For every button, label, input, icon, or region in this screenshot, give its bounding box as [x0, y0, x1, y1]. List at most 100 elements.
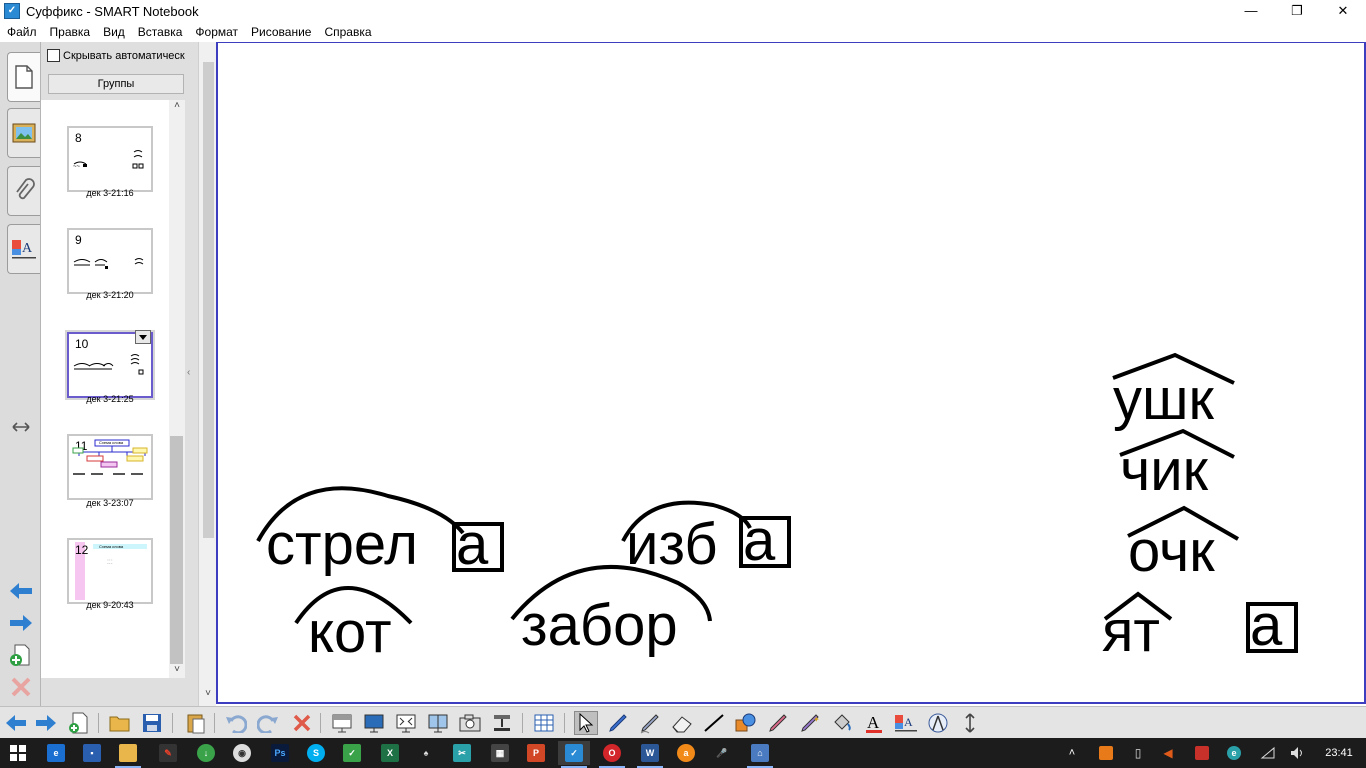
- attachments-tab[interactable]: [7, 166, 40, 216]
- taskbar-calculator[interactable]: ▦: [484, 741, 516, 765]
- taskbar-downloader[interactable]: ↓: [190, 741, 222, 765]
- move-toolbar-tool[interactable]: [958, 711, 982, 735]
- autohide-checkbox[interactable]: Скрывать автоматическ: [47, 49, 185, 62]
- taskbar-media[interactable]: ✎: [152, 741, 184, 765]
- checkbox[interactable]: [47, 49, 60, 62]
- document-camera-tool[interactable]: [490, 711, 514, 735]
- properties-tab[interactable]: A: [7, 224, 40, 274]
- paste-tool[interactable]: [184, 711, 208, 735]
- canvas-scrollbar[interactable]: ˅: [198, 42, 216, 706]
- menu-file[interactable]: Файл: [0, 22, 43, 42]
- line-tool[interactable]: [702, 711, 726, 735]
- next-page-button[interactable]: [8, 612, 34, 634]
- word-strela[interactable]: стрел: [266, 512, 418, 577]
- menu-edit[interactable]: Правка: [43, 22, 97, 42]
- tray-usb[interactable]: ▯: [1126, 741, 1150, 765]
- page-sorter-tab[interactable]: [7, 52, 40, 102]
- full-screen-tool[interactable]: [394, 711, 418, 735]
- previous-page-tool[interactable]: [4, 711, 28, 735]
- taskbar-greenshot[interactable]: ✓: [336, 741, 368, 765]
- tray-antivirus[interactable]: [1190, 741, 1214, 765]
- taskbar-skype[interactable]: S: [300, 741, 332, 765]
- word-ushk[interactable]: ушк: [1113, 367, 1215, 432]
- shape-recognition-pen-tool[interactable]: [766, 711, 790, 735]
- word-strela-ending[interactable]: а: [456, 512, 489, 577]
- tray-smart[interactable]: [1094, 741, 1118, 765]
- taskbar-avast[interactable]: a: [670, 741, 702, 765]
- menu-draw[interactable]: Рисование: [244, 22, 317, 42]
- delete-page-button[interactable]: [8, 676, 34, 698]
- tray-wifi[interactable]: [1256, 741, 1280, 765]
- whiteboard-canvas[interactable]: стрел а изб а кот забор ушк чик очк ят а: [216, 42, 1366, 704]
- menu-insert[interactable]: Вставка: [131, 22, 189, 42]
- next-page-tool[interactable]: [34, 711, 58, 735]
- previous-page-button[interactable]: [8, 580, 34, 602]
- collapse-panel-icon[interactable]: ‹: [187, 367, 190, 378]
- word-izba[interactable]: изб: [626, 512, 718, 577]
- word-ending-a[interactable]: а: [1250, 593, 1283, 658]
- taskbar-powerpoint[interactable]: P: [520, 741, 552, 765]
- dual-page-tool[interactable]: [426, 711, 450, 735]
- taskbar-microphone[interactable]: 🎤: [706, 741, 738, 765]
- pen-tool[interactable]: [606, 711, 630, 735]
- open-file-tool[interactable]: [108, 711, 132, 735]
- minimize-button[interactable]: —: [1228, 0, 1274, 22]
- page-menu-dropdown[interactable]: [135, 330, 151, 344]
- word-zabor[interactable]: забор: [521, 593, 678, 658]
- canvas-scroll-thumb[interactable]: [203, 62, 214, 538]
- tray-ie[interactable]: e: [1222, 741, 1246, 765]
- taskbar-inkscape[interactable]: ♠: [410, 741, 442, 765]
- gallery-tab[interactable]: [7, 108, 40, 158]
- delete-tool[interactable]: [290, 711, 314, 735]
- taskbar-game[interactable]: ◉: [226, 741, 258, 765]
- scroll-up-icon[interactable]: ˄: [171, 100, 183, 111]
- eraser-tool[interactable]: [670, 711, 694, 735]
- taskbar-excel[interactable]: X: [374, 741, 406, 765]
- add-page-tool[interactable]: [66, 711, 90, 735]
- shapes-tool[interactable]: [734, 711, 758, 735]
- taskbar-photoshop[interactable]: Ps: [264, 741, 296, 765]
- undo-tool[interactable]: [224, 711, 248, 735]
- close-button[interactable]: ✕: [1320, 0, 1366, 22]
- move-panel-button[interactable]: [8, 416, 34, 438]
- scroll-down-icon[interactable]: ˅: [171, 664, 183, 675]
- taskbar-word[interactable]: W: [634, 741, 666, 768]
- taskbar-updater[interactable]: ⌂: [744, 741, 776, 768]
- word-chik[interactable]: чик: [1120, 438, 1209, 503]
- scroll-thumb[interactable]: [170, 436, 183, 664]
- redo-tool[interactable]: [256, 711, 280, 735]
- screen-capture-tool[interactable]: [458, 711, 482, 735]
- fill-tool[interactable]: [830, 711, 854, 735]
- page-thumbnail-12[interactable]: ⁚⁚⁚ 12 Схема слова: [67, 538, 153, 604]
- magic-pen-tool[interactable]: ✦: [798, 711, 822, 735]
- measurement-tools[interactable]: [926, 711, 950, 735]
- taskbar-snip[interactable]: ✂: [446, 741, 478, 765]
- taskbar-edge[interactable]: e: [40, 741, 72, 765]
- start-button[interactable]: [2, 741, 34, 765]
- add-page-button[interactable]: [8, 644, 34, 666]
- insert-table-tool[interactable]: [532, 711, 556, 735]
- tray-volume[interactable]: [1286, 741, 1310, 765]
- text-tool[interactable]: A: [862, 711, 886, 735]
- screen-shade-tool[interactable]: [330, 711, 354, 735]
- properties-tool[interactable]: A: [894, 711, 918, 735]
- select-tool[interactable]: [574, 711, 598, 735]
- page-thumbnail-8[interactable]: 8 ~~: [67, 126, 153, 192]
- menu-view[interactable]: Вид: [96, 22, 131, 42]
- maximize-button[interactable]: ❐: [1274, 0, 1320, 22]
- taskbar-file-explorer[interactable]: [112, 741, 144, 768]
- groups-button[interactable]: Группы: [48, 74, 184, 94]
- taskbar-save[interactable]: ▪: [76, 741, 108, 765]
- taskbar-opera[interactable]: O: [596, 741, 628, 768]
- word-kot[interactable]: кот: [308, 600, 392, 665]
- show-hide-tool[interactable]: [362, 711, 386, 735]
- save-file-tool[interactable]: [140, 711, 164, 735]
- menu-format[interactable]: Формат: [188, 22, 244, 42]
- word-izba-ending[interactable]: а: [743, 508, 776, 573]
- sorter-scrollbar[interactable]: ˄ ˅: [169, 100, 185, 678]
- word-yat[interactable]: ят: [1102, 599, 1160, 664]
- canvas-scroll-down-icon[interactable]: ˅: [202, 688, 214, 699]
- taskbar-smart-notebook[interactable]: ✓: [558, 741, 590, 768]
- tray-volume-muted[interactable]: ◀: [1156, 741, 1180, 765]
- page-thumbnail-9[interactable]: 9: [67, 228, 153, 294]
